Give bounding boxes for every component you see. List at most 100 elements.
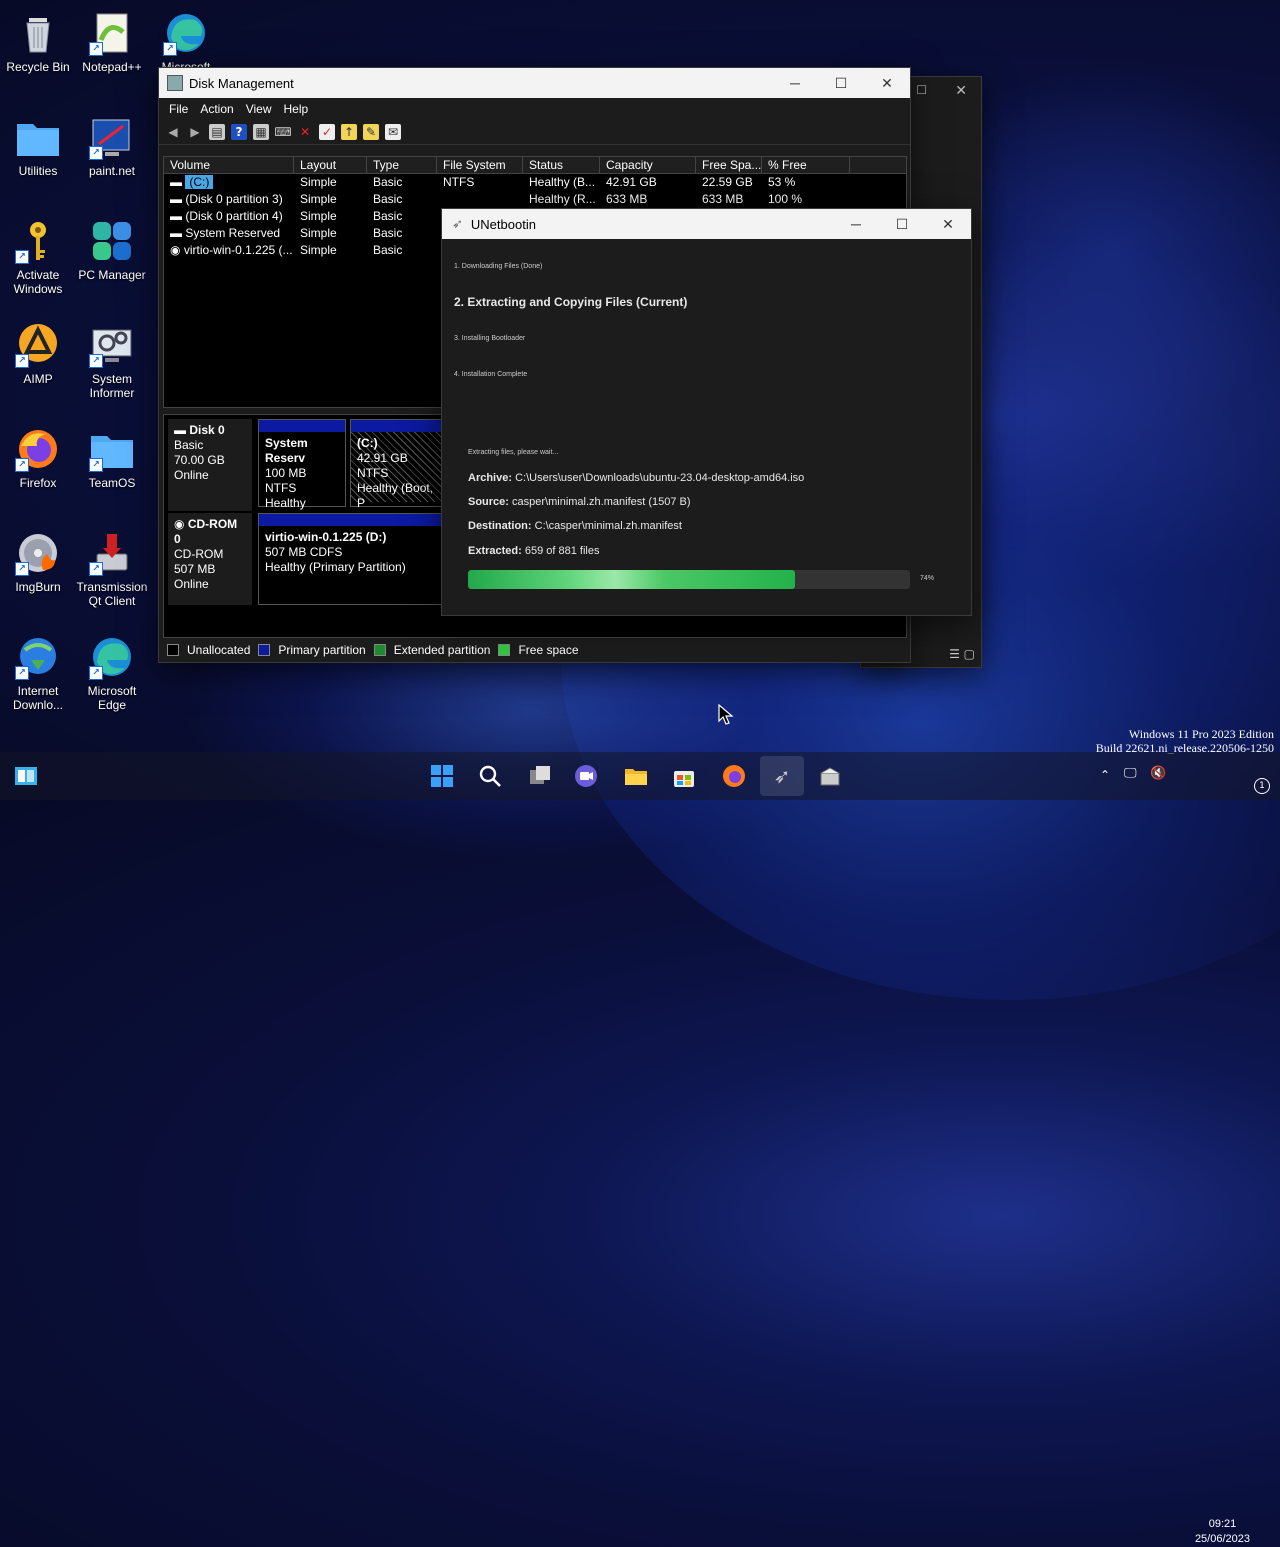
search-icon[interactable] <box>474 760 506 792</box>
capacity-cell: 42.91 GB <box>606 175 657 189</box>
source-label: Source: <box>468 496 509 508</box>
desktop-icon-pc-manager[interactable]: PC Manager <box>74 218 150 282</box>
properties-icon[interactable]: ▦ <box>253 124 269 140</box>
legend-swatch-free <box>498 644 511 656</box>
chevron-up-icon[interactable]: ⌃ <box>1100 768 1110 782</box>
maximize-icon[interactable]: ☐ <box>916 83 927 97</box>
table-row[interactable]: ▬ (C:) Simple Basic NTFS Healthy (B... 4… <box>164 174 906 191</box>
menu-help[interactable]: Help <box>280 102 317 116</box>
status-text: Extracting files, please wait... <box>468 449 559 456</box>
notepadpp-icon: ↗ <box>89 10 135 56</box>
notification-badge[interactable]: 1 <box>1254 778 1270 794</box>
status-cell: Healthy (R... <box>529 192 596 206</box>
help-icon[interactable]: ? <box>231 124 247 140</box>
desktop-icon-edge[interactable]: ↗ Microsoft Edge <box>74 634 150 712</box>
minimize-button[interactable]: ─ <box>772 68 818 98</box>
task-view-icon[interactable] <box>524 760 556 792</box>
column-percent-free[interactable]: % Free <box>762 157 850 173</box>
desktop-icon-system-informer[interactable]: ↗ System Informer <box>74 322 150 400</box>
check-icon[interactable]: ✓ <box>319 124 335 140</box>
type-cell: Basic <box>373 209 403 223</box>
edit-icon[interactable]: ✎ <box>363 124 379 140</box>
close-button[interactable]: ✕ <box>864 68 910 98</box>
partition-virtio-d[interactable]: virtio-win-0.1.225 (D:) 507 MB CDFS Heal… <box>258 513 446 605</box>
widgets-icon[interactable] <box>10 760 42 792</box>
desktop-icon-imgburn[interactable]: ↗ ImgBurn <box>0 530 76 594</box>
unetbootin-titlebar[interactable]: ➶ UNetbootin ─ ☐ ✕ <box>442 209 971 239</box>
desktop-icon-aimp[interactable]: ↗ AIMP <box>0 322 76 386</box>
type-cell: Basic <box>373 226 403 240</box>
volume-name: (C:) <box>185 175 214 189</box>
disk-0-info[interactable]: ▬ Disk 0 Basic 70.00 GB Online <box>168 419 252 511</box>
legend-swatch-extended <box>373 644 386 656</box>
cdrom-size: 507 MB <box>174 562 216 576</box>
column-layout[interactable]: Layout <box>294 157 367 173</box>
cdrom-0-info[interactable]: ◉ CD-ROM 0 CD-ROM 507 MB Online <box>168 513 252 605</box>
partition-system-reserved[interactable]: System Reserv 100 MB NTFS Healthy (Syste <box>258 419 346 525</box>
partition-c[interactable]: (C:) 42.91 GB NTFS Healthy (Boot, P <box>350 419 446 510</box>
close-icon[interactable]: ✕ <box>955 83 967 99</box>
forward-arrow-icon[interactable]: ▶ <box>187 124 203 140</box>
volume-name: (Disk 0 partition 4) <box>185 209 283 223</box>
desktop-icon-teamos[interactable]: ↗ TeamOS <box>74 426 150 490</box>
volume-table-header: Volume Layout Type File System Status Ca… <box>164 157 906 174</box>
partition-size: 507 MB CDFS <box>265 545 343 559</box>
desktop-icon-paintnet[interactable]: ↗ paint.net <box>74 114 150 178</box>
connect-icon[interactable]: ⌨ <box>274 124 291 140</box>
edge-icon: ↗ <box>89 634 135 680</box>
table-row[interactable]: ▬ (Disk 0 partition 3) Simple Basic Heal… <box>164 191 906 208</box>
folder-icon <box>15 114 61 160</box>
column-volume[interactable]: Volume <box>164 157 294 173</box>
chat-icon[interactable] <box>570 760 602 792</box>
delete-icon[interactable]: ✕ <box>297 124 313 140</box>
shortcut-arrow-icon: ↗ <box>89 458 103 472</box>
desktop-icon-utilities[interactable]: Utilities <box>0 114 76 178</box>
desktop-icon-internet-download[interactable]: ↗ Internet Downlo... <box>0 634 76 712</box>
extracted-line: Extracted: 659 of 881 files <box>468 545 599 557</box>
layout-cell: Simple <box>300 192 337 206</box>
firefox-icon[interactable] <box>718 760 750 792</box>
legend-swatch-unallocated <box>167 644 179 656</box>
menu-view[interactable]: View <box>242 102 280 116</box>
column-type[interactable]: Type <box>367 157 437 173</box>
column-free-space[interactable]: Free Spa... <box>696 157 762 173</box>
clock[interactable]: 09:21 25/06/2023 <box>1195 1517 1250 1547</box>
minimize-button[interactable]: ─ <box>833 209 879 239</box>
volume-name: System Reserved <box>185 226 281 240</box>
key-icon: ↗ <box>15 218 61 264</box>
desktop-icon-firefox[interactable]: ↗ Firefox <box>0 426 76 490</box>
start-button[interactable] <box>426 760 458 792</box>
column-capacity[interactable]: Capacity <box>600 157 696 173</box>
maximize-button[interactable]: ☐ <box>879 209 925 239</box>
unetbootin-window[interactable]: ➶ UNetbootin ─ ☐ ✕ 1. Downloading Files … <box>441 208 972 616</box>
message-icon[interactable]: ✉ <box>385 124 401 140</box>
view-icon[interactable]: ☰ ▢ <box>949 647 975 661</box>
maximize-button[interactable]: ☐ <box>818 68 864 98</box>
disk-management-titlebar[interactable]: Disk Management ─ ☐ ✕ <box>159 68 910 98</box>
package-icon[interactable] <box>814 760 846 792</box>
fs-cell <box>437 191 523 208</box>
menu-file[interactable]: File <box>165 102 196 116</box>
column-status[interactable]: Status <box>523 157 600 173</box>
folder-up-icon[interactable]: ↑ <box>341 124 357 140</box>
console-tree-icon[interactable]: ▤ <box>209 124 225 140</box>
desktop-icon-notepadpp[interactable]: ↗ Notepad++ <box>74 10 150 74</box>
column-file-system[interactable]: File System <box>437 157 523 173</box>
file-explorer-icon[interactable] <box>620 760 652 792</box>
clock-date: 25/06/2023 <box>1194 1533 1250 1545</box>
desktop-icon-transmission[interactable]: ↗ Transmission Qt Client <box>74 530 150 608</box>
close-button[interactable]: ✕ <box>925 209 971 239</box>
extracted-label: Extracted: <box>468 545 522 557</box>
desktop-icon-label: Notepad++ <box>82 60 142 74</box>
store-icon[interactable] <box>668 760 700 792</box>
rocket-icon: ➶ <box>773 764 791 788</box>
desktop-icon-recycle-bin[interactable]: Recycle Bin <box>0 10 76 74</box>
volume-icon[interactable]: 🔇 <box>1150 766 1166 781</box>
display-icon[interactable]: 🖵 <box>1124 766 1137 781</box>
desktop-icon-activate-windows[interactable]: ↗ Activate Windows <box>0 218 76 296</box>
progress-percent: 74% <box>920 575 935 582</box>
back-arrow-icon[interactable]: ◀ <box>165 124 181 140</box>
desktop-icon-microsoft[interactable]: ↗ Microsoft <box>148 10 224 74</box>
unetbootin-taskbar-button[interactable]: ➶ <box>760 756 804 796</box>
menu-action[interactable]: Action <box>196 102 241 116</box>
